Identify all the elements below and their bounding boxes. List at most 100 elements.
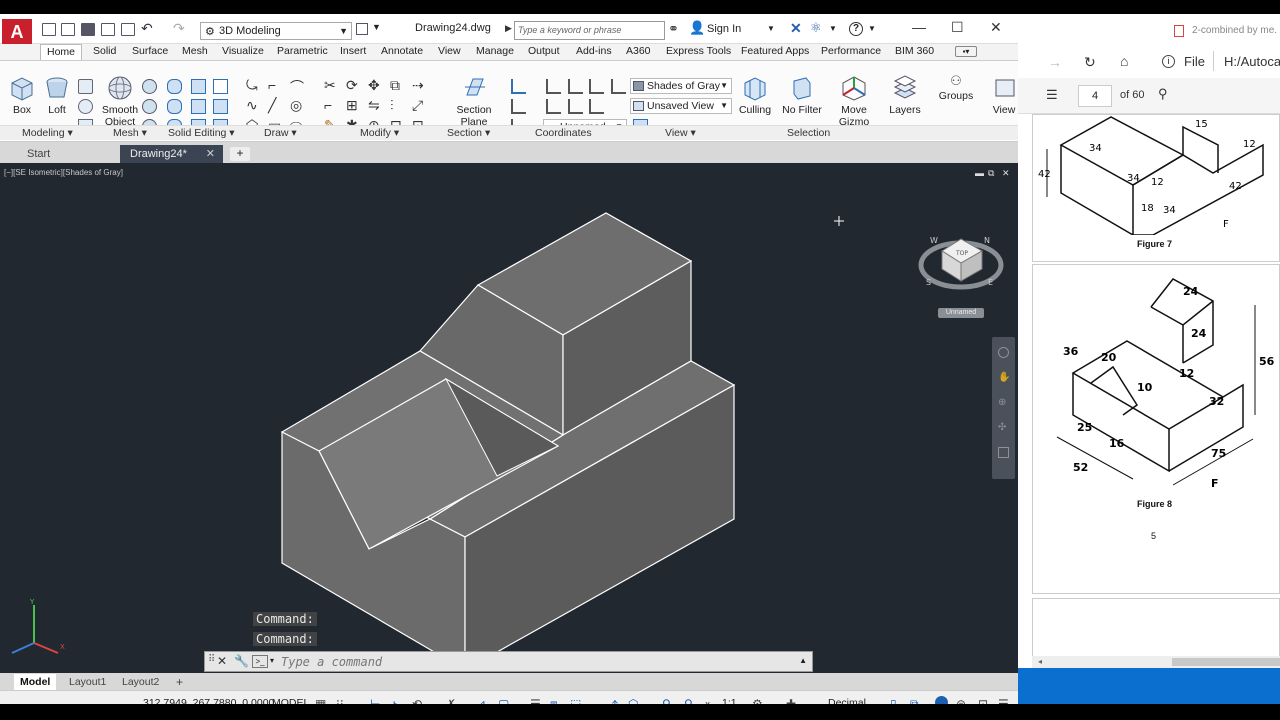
ucs-named-icon[interactable] [611,79,626,94]
sign-in-dropdown-icon[interactable]: ▼ [767,24,775,33]
ucs-y-icon[interactable] [546,99,561,114]
line-icon[interactable]: ╱ [268,97,276,114]
loft-button[interactable]: Loft [43,75,71,116]
open-icon[interactable] [61,23,75,36]
help-icon[interactable]: ? [849,22,863,36]
help-dropdown-icon[interactable]: ▼ [868,24,876,33]
layer-icon[interactable] [356,23,368,35]
command-prompt-icon[interactable]: >_ [252,655,268,668]
extrude-icon[interactable] [78,79,93,94]
array-icon[interactable]: ⊞ [346,97,358,114]
rotate-icon[interactable]: ⟳ [346,77,358,94]
circle-icon[interactable]: ◎ [290,97,302,114]
move-icon[interactable]: ✥ [368,77,380,94]
scroll-left-icon[interactable]: ◂ [1038,657,1042,666]
ucs-z-icon[interactable] [568,99,583,114]
new-tab-button[interactable]: + [230,147,250,161]
tab-view[interactable]: View [438,44,461,60]
tab-drawing24[interactable]: Drawing24* ✕ [120,145,223,163]
offset-icon[interactable]: ⫶ [390,97,394,114]
shell-icon[interactable] [213,99,228,114]
tab-manage[interactable]: Manage [476,44,514,60]
tab-mesh[interactable]: Mesh [182,44,208,60]
customize-icon[interactable]: 🔧 [234,654,249,668]
panel-selection[interactable]: Selection [787,127,830,139]
close-button[interactable]: ✕ [990,19,1002,36]
redo-icon[interactable]: ↷ [173,20,185,37]
culling-button[interactable]: Culling [738,75,772,116]
close-tab-icon[interactable]: ✕ [206,145,215,163]
save-as-icon[interactable] [101,23,115,36]
groups-button[interactable]: ⚇ Groups [936,74,976,102]
tab-insert[interactable]: Insert [340,44,366,60]
scale-icon[interactable]: ⤢ [412,97,423,114]
subtract-icon[interactable] [167,99,182,114]
tab-a360[interactable]: A360 [626,44,651,60]
visual-style-select[interactable]: Shades of Gray ▼ [630,78,732,94]
save-icon[interactable] [81,23,95,36]
scrollbar-thumb[interactable] [1172,658,1280,666]
search-input[interactable]: Type a keyword or phrase [514,21,665,40]
copy-icon[interactable]: ⧉ [390,77,400,94]
minimize-button[interactable]: — [912,19,926,35]
command-history-toggle-icon[interactable]: ▲ [799,656,807,665]
ucs-3point-icon[interactable] [511,99,526,114]
mesh-smooth-more-icon[interactable] [142,79,157,94]
ucs-menu[interactable]: Unnamed [938,308,984,318]
solid-model[interactable] [0,163,1018,673]
page-number-input[interactable]: 4 [1078,85,1112,107]
close-command-icon[interactable]: ✕ [217,654,227,668]
view-panel-button[interactable]: View [990,75,1018,116]
pan-icon[interactable]: ✋ [998,372,1010,383]
steering-wheel-icon[interactable] [998,347,1009,358]
home-icon[interactable]: ⌂ [1120,53,1128,69]
address-input[interactable]: H:/Autoca [1224,54,1280,69]
tab-featured-apps[interactable]: Featured Apps [741,44,809,60]
tab-visualize[interactable]: Visualize [222,44,264,60]
showmotion-icon[interactable] [998,447,1009,458]
union-icon[interactable] [167,79,182,94]
command-input[interactable]: Type a command [281,655,382,669]
drawing-viewport[interactable]: [−][SE Isometric][Shades of Gray] ▬ ⧉ ✕ [0,163,1018,673]
panel-coordinates[interactable]: Coordinates [535,127,592,139]
revolve-icon[interactable] [78,99,93,114]
box-button[interactable]: Box [8,75,36,116]
extract-edges-icon[interactable] [191,79,206,94]
sign-in-button[interactable]: Sign In [707,23,741,35]
tab-parametric[interactable]: Parametric [277,44,328,60]
new-layout-button[interactable]: + [176,674,183,690]
undo-icon[interactable]: ↶ [141,20,153,37]
rectangle-tool-icon[interactable]: ⌐ [268,77,276,93]
panel-modeling[interactable]: Modeling ▾ [22,127,73,139]
smooth-object-button[interactable]: Smooth Object [100,75,140,128]
tab-model[interactable]: Model [14,674,57,690]
ucs-world-icon[interactable] [546,79,561,94]
panel-section[interactable]: Section ▾ [447,127,490,139]
ucs-x-icon[interactable] [568,79,583,94]
mesh-smooth-less-icon[interactable] [142,99,157,114]
customize-dropdown-icon[interactable]: ▼ [372,22,381,32]
tab-output[interactable]: Output [528,44,560,60]
search-arrow-icon[interactable]: ▶ [505,23,512,34]
tab-surface[interactable]: Surface [132,44,168,60]
a360-icon[interactable]: ⚛ [810,20,822,36]
panel-modify[interactable]: Modify ▾ [360,127,399,139]
zoom-icon[interactable]: ⊕ [998,397,1009,408]
tab-layout1[interactable]: Layout1 [69,674,106,690]
ribbon-minimize-icon[interactable]: ▪▾ [955,46,977,57]
workspace-select[interactable]: ⚙ 3D Modeling ▼ [200,22,352,40]
arc-icon[interactable]: ⌒ [290,77,304,97]
section-plane-button[interactable]: Section Plane [454,75,494,128]
viewcube[interactable]: TOP N E S W [916,221,1004,301]
application-menu-button[interactable]: A [2,19,32,45]
tab-add-ins[interactable]: Add-ins [576,44,612,60]
plot-icon[interactable] [121,23,135,36]
spline-icon[interactable]: ∿ [246,97,258,114]
maximize-button[interactable]: ☐ [951,19,964,36]
tab-express-tools[interactable]: Express Tools [666,44,731,60]
mirror-icon[interactable]: ⇋ [368,97,380,114]
tab-home[interactable]: Home [40,44,83,60]
apps-dropdown-icon[interactable]: ▼ [829,24,837,33]
reload-icon[interactable]: ↻ [1084,54,1096,71]
panel-solid-editing[interactable]: Solid Editing ▾ [168,127,235,139]
